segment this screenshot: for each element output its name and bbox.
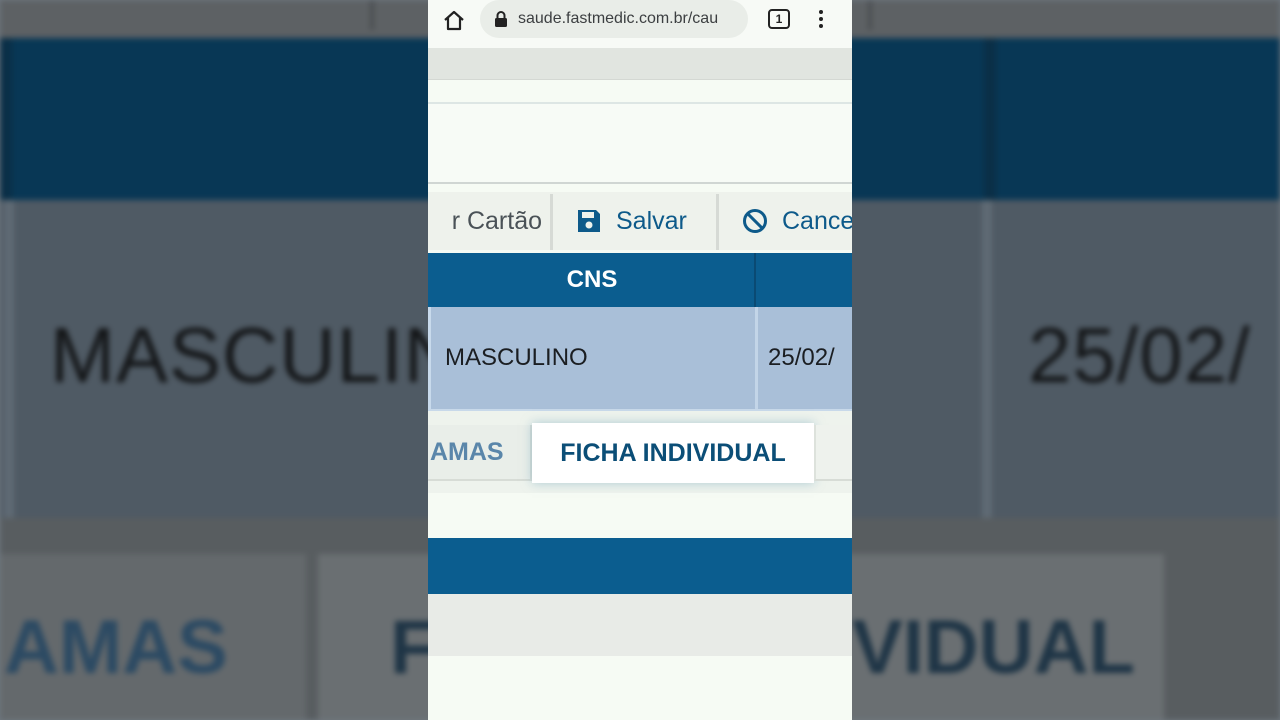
browser-bar: saude.fastmedic.com.br/cau 1 <box>428 0 852 48</box>
lock-icon <box>495 11 507 27</box>
bg-data-text: 25/02/ <box>1028 311 1251 399</box>
table-row[interactable]: MASCULINO 25/02/ <box>428 307 852 411</box>
save-button[interactable]: Salvar <box>554 192 716 250</box>
save-label: Salvar <box>616 206 687 235</box>
tab-next[interactable] <box>814 425 852 481</box>
tab-amas[interactable]: AMAS <box>428 425 532 481</box>
cancel-button[interactable]: Cance <box>720 192 852 250</box>
tabs-icon[interactable]: 1 <box>768 9 790 29</box>
section-content <box>428 594 852 656</box>
cartao-label: r Cartão <box>451 206 542 235</box>
menu-icon[interactable] <box>818 10 824 30</box>
cell-data: 25/02/ <box>768 344 835 371</box>
column-divider <box>754 253 756 307</box>
content-field <box>428 102 852 184</box>
phone-screen: saude.fastmedic.com.br/cau 1 r Cartão Sa… <box>428 0 852 720</box>
column-header-cns[interactable]: CNS <box>430 253 754 307</box>
cancel-label: Cance <box>782 206 852 235</box>
section-header-band <box>428 538 852 594</box>
cell-divider <box>755 307 758 409</box>
cartao-button[interactable]: r Cartão <box>428 192 552 250</box>
toolbar-divider <box>550 194 553 250</box>
tabs-strip: AMAS FICHA INDIVIDUAL <box>428 411 852 493</box>
page-header-band <box>428 48 852 80</box>
home-icon[interactable] <box>442 9 466 33</box>
table-header: CNS <box>428 253 852 307</box>
save-icon <box>578 210 600 232</box>
toolbar-divider <box>716 194 719 250</box>
cell-sexo: MASCULINO <box>445 344 588 371</box>
url-text: saude.fastmedic.com.br/cau <box>518 10 719 27</box>
action-toolbar: r Cartão Salvar Cance <box>428 192 852 250</box>
bg-amas-text: AMAS <box>4 605 228 690</box>
bg-sexo-text: MASCULIN <box>50 311 462 399</box>
bg-ficha-right-text: VIDUAL <box>852 605 1135 690</box>
block-icon <box>743 209 767 233</box>
address-bar[interactable]: saude.fastmedic.com.br/cau <box>480 0 748 38</box>
tab-ficha-individual[interactable]: FICHA INDIVIDUAL <box>532 423 814 483</box>
